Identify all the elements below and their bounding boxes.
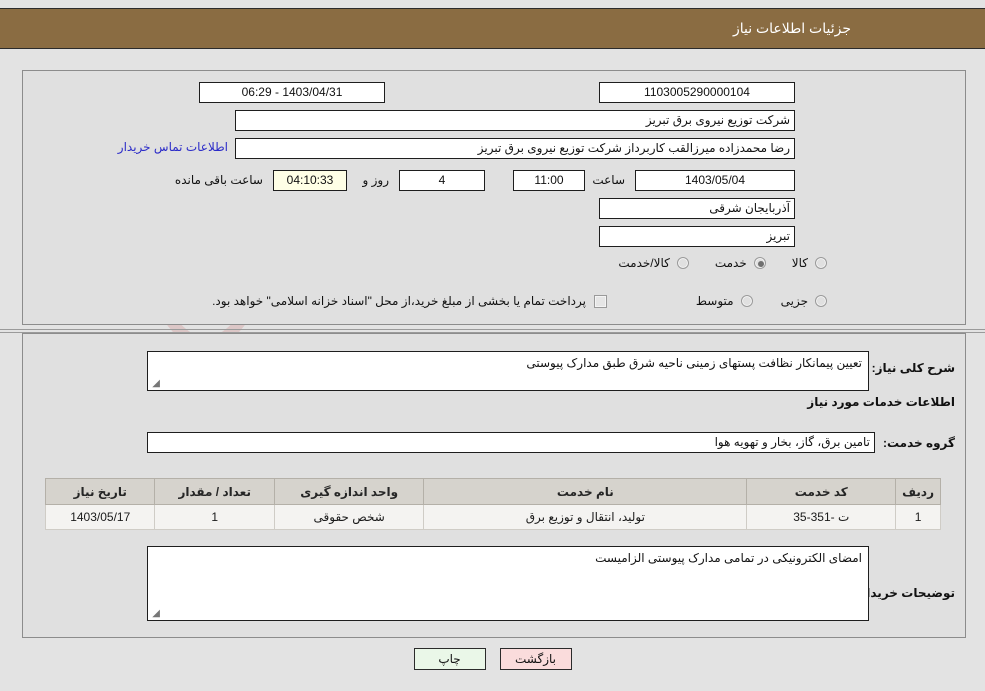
- request-creator-value[interactable]: رضا محمدزاده میرزالقب کاربرداز شرکت توزی…: [235, 138, 795, 159]
- delivery-province-value[interactable]: آذربایجان شرقی: [599, 198, 795, 219]
- divider-top: [0, 329, 985, 330]
- table-header-cell-2: نام خدمت: [423, 478, 748, 505]
- deadline-date[interactable]: 1403/05/04: [635, 170, 795, 191]
- resize-grip-icon[interactable]: ◢: [150, 379, 160, 389]
- purchase-process-radio-group: جزیی متوسط: [696, 294, 827, 308]
- radio-option-kala[interactable]: کالا: [792, 256, 827, 270]
- buyer-notes-textarea[interactable]: امضای الکترونیکی در تمامی مدارک پیوستی ا…: [147, 546, 869, 621]
- resize-grip-icon-2[interactable]: ◢: [150, 609, 160, 619]
- radio-kala-label: کالا: [791, 256, 808, 270]
- table-header-cell-0: ردیف: [895, 478, 941, 505]
- radio-kala-khedmat-icon[interactable]: [676, 257, 689, 269]
- table-header-cell-4: تعداد / مقدار: [154, 478, 275, 505]
- table-cell-1: ت -351-35: [746, 504, 897, 530]
- radio-option-jozee[interactable]: جزیی: [781, 294, 827, 308]
- deadline-days[interactable]: 4: [399, 170, 485, 191]
- need-summary-panel: [22, 70, 966, 325]
- treasury-bonds-option[interactable]: پرداخت تمام یا بخشی از مبلغ خرید،از محل …: [212, 294, 607, 308]
- need-number-value[interactable]: 1103005290000104: [599, 82, 795, 103]
- radio-kala-icon[interactable]: [815, 257, 827, 269]
- radio-option-kala-khedmat[interactable]: کالا/خدمت: [618, 256, 689, 270]
- deadline-days-label: روز و: [362, 173, 389, 187]
- table-cell-4: 1: [154, 504, 275, 530]
- footer-button-bar: بازگشت چاپ: [0, 648, 985, 670]
- buyer-org-value[interactable]: شرکت توزیع نیروی برق تبریز: [235, 110, 795, 131]
- table-row: 1ت -351-35 تولید، انتقال و توزیع برق شخص ح…: [44, 504, 941, 530]
- buyer-notes-label: توضیحات خریدار:: [855, 586, 955, 600]
- announce-datetime-value[interactable]: 1403/04/31 - 06:29: [199, 82, 385, 103]
- treasury-bonds-checkbox[interactable]: [594, 294, 607, 308]
- services-section-heading: اطلاعات خدمات مورد نیاز: [807, 395, 955, 409]
- back-button[interactable]: بازگشت: [499, 648, 572, 670]
- table-header-row: ردیف کد خدمت نام خدمت واحد اندازه گیری تعداد…: [44, 478, 941, 505]
- table-cell-3: شخص حقوقی: [273, 504, 425, 530]
- radio-jozee-icon[interactable]: [815, 295, 827, 307]
- service-group-label: گروه خدمت:: [882, 436, 955, 450]
- buyer-notes-value: امضای الکترونیکی در تمامی مدارک پیوستی ا…: [595, 551, 862, 565]
- radio-motavasset-icon[interactable]: [740, 295, 753, 307]
- table-header-cell-5: تاریخ نیاز: [44, 478, 156, 505]
- print-button[interactable]: چاپ: [413, 648, 486, 670]
- deadline-hour[interactable]: 11:00: [513, 170, 585, 191]
- delivery-city-value[interactable]: تبریز: [599, 226, 795, 247]
- deadline-remaining-label: ساعت باقی مانده: [174, 173, 263, 187]
- radio-jozee-label: جزیی: [780, 294, 808, 308]
- general-description-label: شرح کلی نیاز:: [871, 361, 955, 375]
- general-description-textarea[interactable]: تعیین پیمانکار نظافت پستهای زمینی ناحیه …: [147, 351, 869, 391]
- table-header-cell-1: کد خدمت: [746, 478, 897, 505]
- treasury-bonds-text: پرداخت تمام یا بخشی از مبلغ خرید،از محل …: [212, 294, 586, 308]
- table-header-cell-3: واحد اندازه گیری: [273, 478, 425, 505]
- deadline-countdown: 04:10:33: [273, 170, 347, 191]
- radio-option-motavasset[interactable]: متوسط: [696, 294, 753, 308]
- buyer-contact-link[interactable]: اطلاعات تماس خریدار: [118, 140, 228, 154]
- subject-classification-radio-group: کالا خدمت کالا/خدمت: [618, 256, 827, 270]
- radio-motavasset-label: متوسط: [695, 294, 734, 308]
- general-description-value: تعیین پیمانکار نظافت پستهای زمینی ناحیه …: [526, 356, 862, 370]
- page-title: جزئیات اطلاعات نیاز: [732, 20, 851, 36]
- radio-kala-khedmat-label: کالا/خدمت: [618, 256, 670, 270]
- radio-khedmat-label: خدمت: [714, 256, 747, 270]
- services-table: ردیف کد خدمت نام خدمت واحد اندازه گیری تعداد…: [44, 478, 941, 530]
- deadline-hour-label: ساعت: [592, 173, 625, 187]
- page-header-bar: جزئیات اطلاعات نیاز: [0, 8, 985, 49]
- table-cell-2: تولید، انتقال و توزیع برق: [423, 504, 748, 530]
- table-cell-0: 1: [895, 504, 941, 530]
- radio-khedmat-icon[interactable]: [753, 257, 766, 269]
- service-group-value[interactable]: تامین برق، گاز، بخار و تهویه هوا: [147, 432, 875, 453]
- table-cell-5: 1403/05/17: [44, 504, 156, 530]
- radio-option-khedmat[interactable]: خدمت: [715, 256, 766, 270]
